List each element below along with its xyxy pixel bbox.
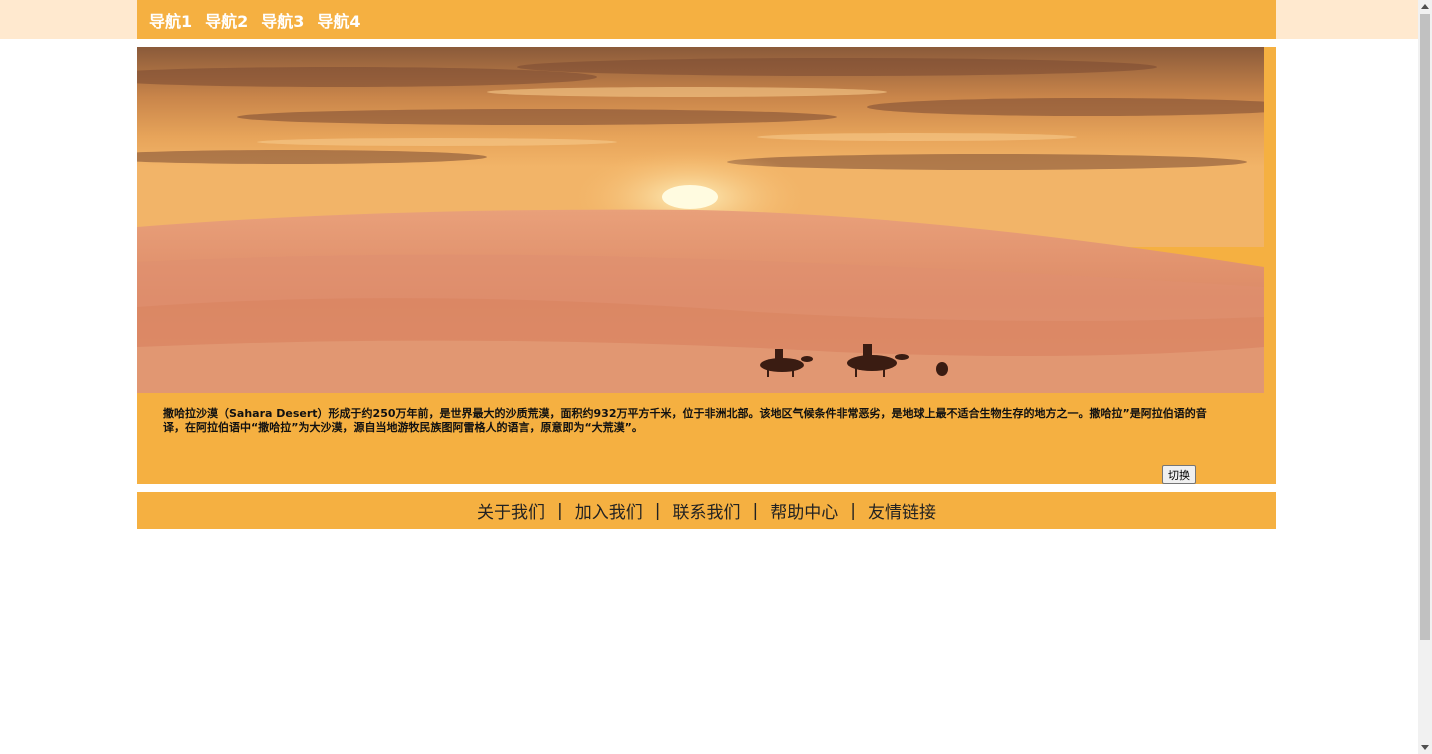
- footer-link-friends[interactable]: 友情链接: [868, 498, 936, 523]
- main-content: 撒哈拉沙漠（Sahara Desert）形成于约250万年前，是世界最大的沙质荒…: [137, 47, 1276, 484]
- footer-link-contact[interactable]: 联系我们: [673, 498, 741, 523]
- footer-separator: |: [557, 500, 563, 521]
- switch-button[interactable]: 切换: [1162, 465, 1196, 484]
- top-nav: 导航1 导航2 导航3 导航4: [137, 0, 1276, 39]
- footer-link-about[interactable]: 关于我们: [477, 498, 545, 523]
- nav-item-4[interactable]: 导航4: [317, 8, 360, 32]
- desert-banner-image: [137, 47, 1264, 393]
- footer-link-join[interactable]: 加入我们: [575, 498, 643, 523]
- nav-item-2[interactable]: 导航2: [205, 8, 248, 32]
- desert-description: 撒哈拉沙漠（Sahara Desert）形成于约250万年前，是世界最大的沙质荒…: [163, 407, 1207, 434]
- vertical-scrollbar[interactable]: [1418, 0, 1432, 754]
- footer-separator: |: [654, 500, 661, 521]
- scroll-down-arrow-icon[interactable]: [1421, 745, 1429, 750]
- footer-links: 关于我们 | 加入我们 | 联系我们 | 帮助中心 | 友情链接: [137, 492, 1276, 529]
- scrollbar-thumb[interactable]: [1420, 14, 1430, 640]
- footer-separator: |: [850, 500, 856, 521]
- nav-item-1[interactable]: 导航1: [149, 8, 192, 32]
- footer-separator: |: [752, 500, 759, 521]
- nav-item-3[interactable]: 导航3: [261, 8, 304, 32]
- footer-link-help[interactable]: 帮助中心: [770, 498, 838, 523]
- scroll-up-arrow-icon[interactable]: [1421, 4, 1429, 9]
